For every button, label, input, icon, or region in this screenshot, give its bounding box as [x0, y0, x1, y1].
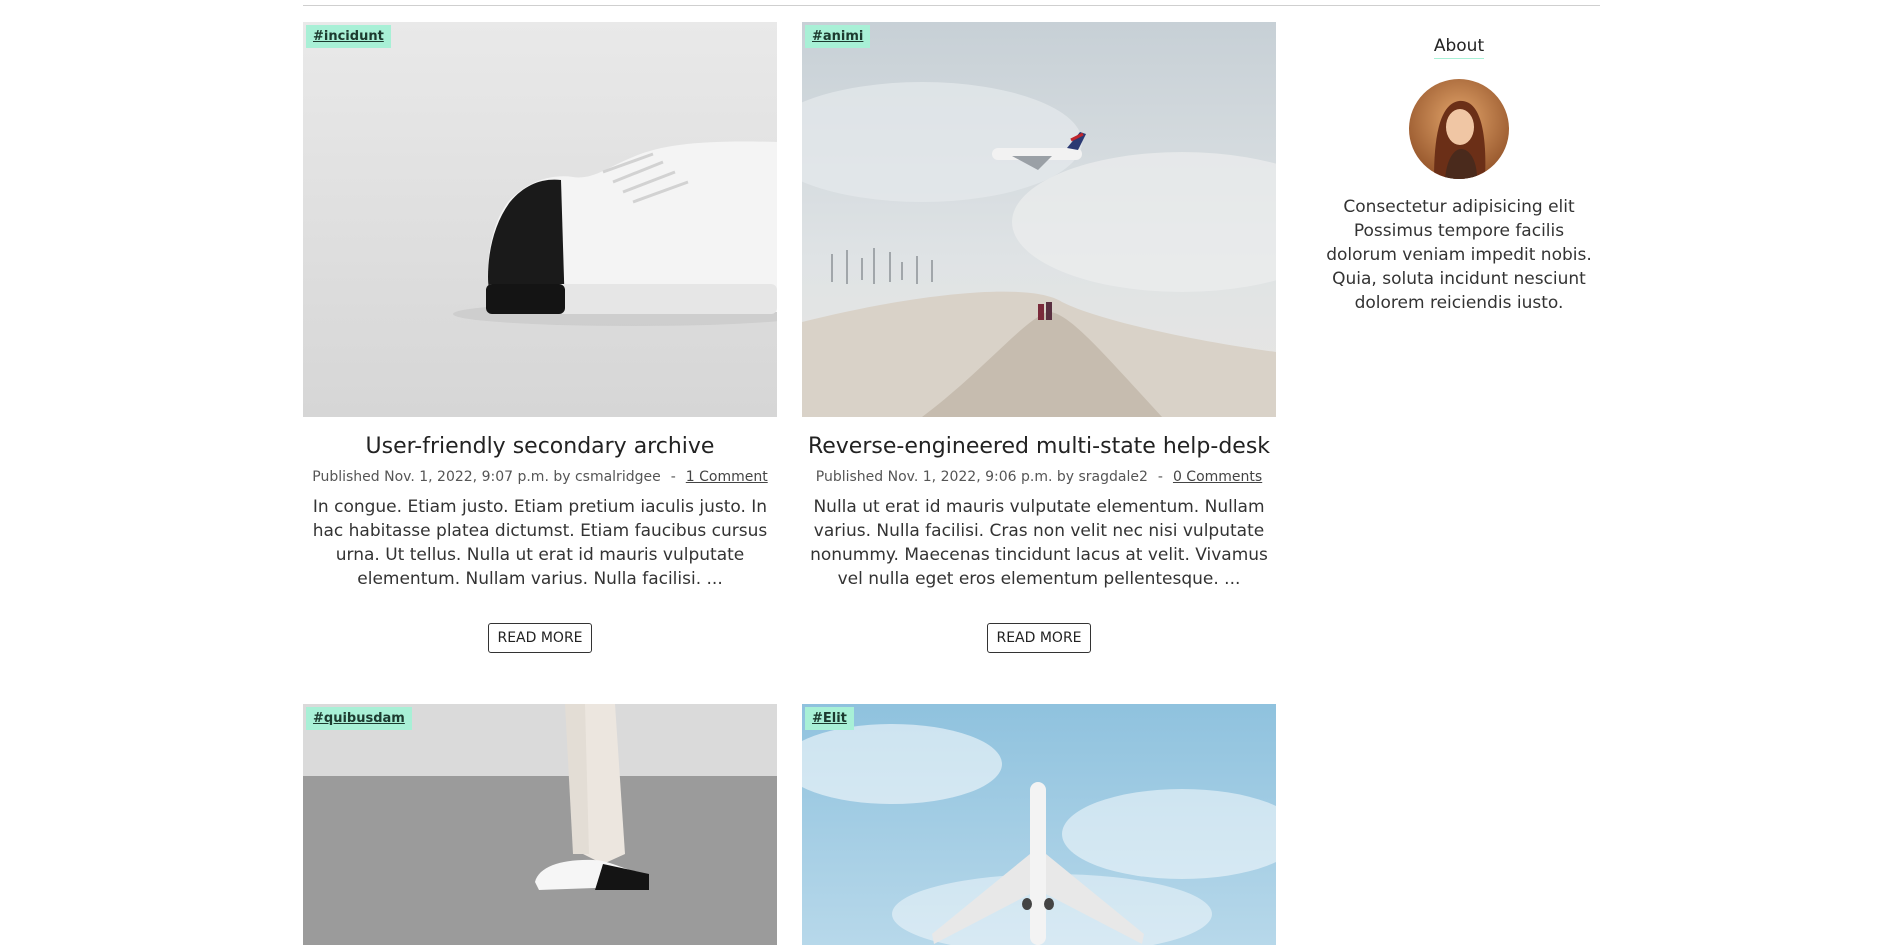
about-text: Consectetur adipisicing elit Possimus te… — [1326, 197, 1592, 313]
post-image-sneaker-legs[interactable]: #quibusdam — [303, 704, 777, 945]
post-image-airplane-beach[interactable]: #animi — [802, 22, 1276, 417]
post-excerpt: Nulla ut erat id mauris vulputate elemen… — [810, 497, 1268, 589]
about-title: About — [1433, 36, 1485, 59]
post-meta: Published Nov. 1, 2022, 9:06 p.m. by sra… — [802, 469, 1276, 485]
post-title[interactable]: Reverse-engineered multi-state help-desk — [802, 433, 1276, 461]
about-sidebar: About Consectetur adipisicing elit Possi… — [1318, 36, 1600, 315]
sneaker-legs-image — [303, 704, 777, 945]
post-tag[interactable]: #quibusdam — [306, 707, 412, 730]
post-title[interactable]: User-friendly secondary archive — [303, 433, 777, 461]
airplane-beach-image — [802, 22, 1276, 417]
post-excerpt: In congue. Etiam justo. Etiam pretium ia… — [312, 497, 768, 589]
post-image-sneaker[interactable]: #incidunt — [303, 22, 777, 417]
post-tag[interactable]: #Elit — [805, 707, 854, 730]
read-more-button[interactable]: READ MORE — [987, 623, 1091, 653]
airplane-sky-image — [802, 704, 1276, 945]
blog-page: #incidunt User-friendly secondary archiv… — [0, 0, 1900, 945]
post-card: #animi Reverse-engineered multi-state he… — [802, 22, 1276, 653]
post-image-airplane-sky[interactable]: #Elit — [802, 704, 1276, 945]
post-published-info: Published Nov. 1, 2022, 9:07 p.m. by csm… — [312, 469, 661, 485]
post-published-info: Published Nov. 1, 2022, 9:06 p.m. by sra… — [815, 469, 1148, 485]
meta-separator: - — [670, 469, 676, 485]
meta-separator: - — [1157, 469, 1163, 485]
post-tag[interactable]: #animi — [805, 25, 871, 48]
avatar-image — [1409, 79, 1509, 179]
post-tag[interactable]: #incidunt — [306, 25, 391, 48]
post-meta: Published Nov. 1, 2022, 9:07 p.m. by csm… — [303, 469, 777, 485]
comments-link[interactable]: 1 Comment — [686, 469, 768, 485]
post-card: #quibusdam — [303, 704, 777, 945]
top-divider — [303, 5, 1600, 6]
post-card: #incidunt User-friendly secondary archiv… — [303, 22, 777, 653]
read-more-button[interactable]: READ MORE — [488, 623, 592, 653]
sneaker-image — [303, 22, 777, 417]
post-card: #Elit — [802, 704, 1276, 945]
avatar — [1409, 79, 1509, 179]
comments-link[interactable]: 0 Comments — [1173, 469, 1262, 485]
